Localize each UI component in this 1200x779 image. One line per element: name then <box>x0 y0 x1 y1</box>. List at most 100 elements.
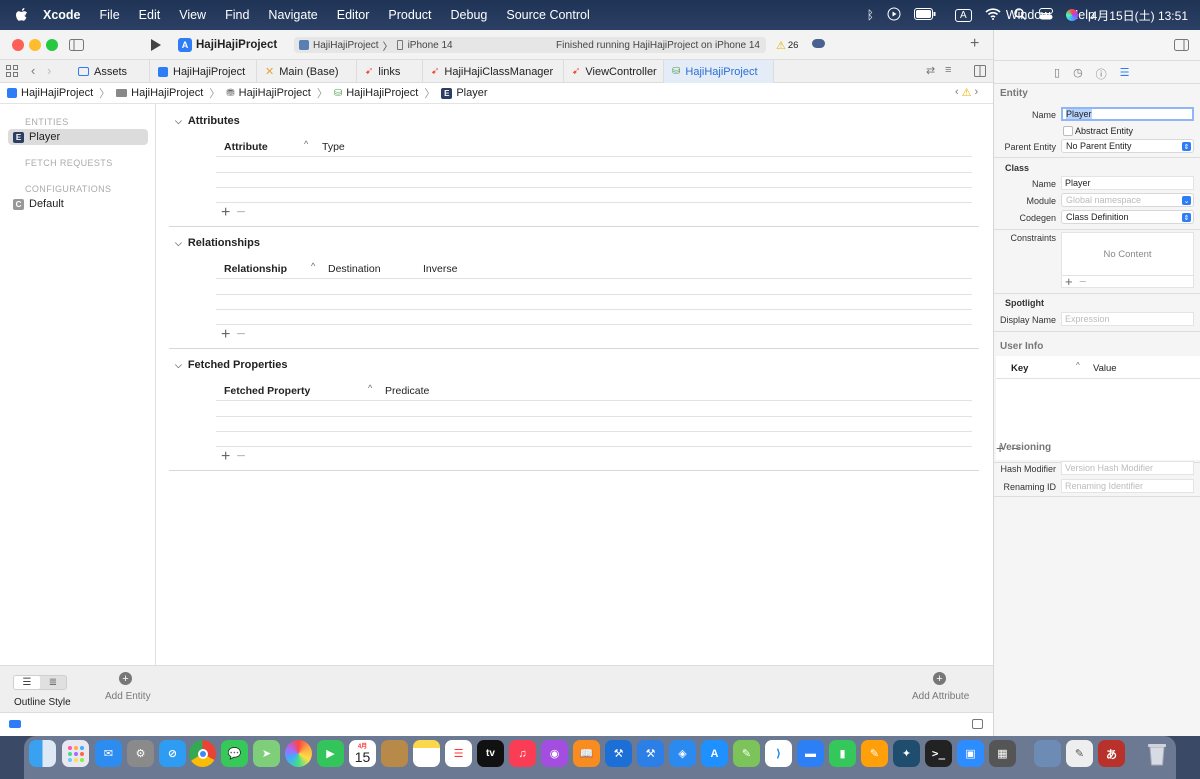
column-attribute[interactable]: Attribute <box>224 141 268 153</box>
add-icon[interactable]: + <box>1065 274 1073 289</box>
remove-icon[interactable]: − <box>236 326 245 344</box>
notes-icon[interactable] <box>413 740 440 767</box>
calculator-icon[interactable]: ▦ <box>989 740 1016 767</box>
menu-view[interactable]: View <box>179 8 206 22</box>
vscode-icon[interactable]: ⟩ <box>765 740 792 767</box>
textedit-icon[interactable]: ✎ <box>1066 740 1093 767</box>
outline-style-control[interactable]: ☰ ≣ <box>13 675 67 690</box>
history-inspector-icon[interactable]: ◷ <box>1073 66 1083 82</box>
breadcrumb-item[interactable]: ⛁ HajiHajiProject <box>334 87 419 99</box>
trash-icon[interactable] <box>1143 740 1170 767</box>
breadcrumb-item[interactable]: ⛃ HajiHajiProject <box>226 87 311 99</box>
close-window-button[interactable] <box>12 39 24 51</box>
key-column-header[interactable]: Key <box>1011 363 1028 374</box>
attributes-inspector-icon[interactable]: ☰ <box>1120 66 1130 82</box>
tab-class-manager[interactable]: ➹ HajiHajiClassManager <box>423 60 564 83</box>
pages-icon[interactable]: ✎ <box>861 740 888 767</box>
class-name-field[interactable]: Player <box>1061 176 1194 190</box>
column-predicate[interactable]: Predicate <box>385 385 429 397</box>
issue-navigation[interactable]: ‹ ⚠ › <box>955 86 978 99</box>
column-relationship[interactable]: Relationship <box>224 263 287 275</box>
entity-item-player[interactable]: E Player <box>8 129 148 145</box>
keynote-icon[interactable]: ▬ <box>797 740 824 767</box>
tab-links[interactable]: ➹ links <box>357 60 423 83</box>
remove-icon[interactable]: − <box>236 448 245 466</box>
menubar-clock[interactable]: 4月15日(土) 13:51 <box>1091 7 1188 24</box>
wifi-icon[interactable] <box>985 7 1001 23</box>
breadcrumb-item[interactable]: HajiHajiProject <box>116 87 203 99</box>
inspector-toggle-icon[interactable] <box>1174 39 1189 54</box>
remove-icon[interactable]: − <box>1079 274 1087 289</box>
minimize-window-button[interactable] <box>29 39 41 51</box>
add-entity-button[interactable]: + Add Entity <box>103 672 151 706</box>
add-icon[interactable]: + <box>221 204 230 222</box>
add-attribute-button[interactable]: + Add Attribute <box>910 672 970 706</box>
file-inspector-icon[interactable]: ▯ <box>1054 66 1060 82</box>
podcasts-icon[interactable]: ◉ <box>541 740 568 767</box>
back-icon[interactable]: ‹ <box>31 63 35 78</box>
facetime-icon[interactable]: ▶ <box>317 740 344 767</box>
disclosure-icon[interactable]: ⌵ <box>175 116 182 127</box>
screenshot-preview-icon[interactable] <box>1034 740 1061 767</box>
tab-datamodel[interactable]: ⛁ HajiHajiProject <box>664 60 774 83</box>
coteditor-icon[interactable]: ✎ <box>733 740 760 767</box>
prev-issue-icon[interactable]: ‹ <box>955 86 959 99</box>
configuration-item-default[interactable]: C Default <box>8 196 148 212</box>
warning-indicator[interactable]: ⚠ 26 <box>776 39 798 52</box>
disclosure-icon[interactable]: ⌵ <box>175 360 182 371</box>
menu-app-name[interactable]: Xcode <box>43 8 81 22</box>
menu-product[interactable]: Product <box>388 8 431 22</box>
help-inspector-icon[interactable]: ⓘ <box>1096 66 1107 82</box>
tab-assets[interactable]: Assets <box>70 60 150 83</box>
column-type[interactable]: Type <box>322 141 345 153</box>
mail-icon[interactable]: ✉ <box>95 740 122 767</box>
parent-entity-popup[interactable]: No Parent Entity ⇕ <box>1061 139 1194 153</box>
zoom-window-button[interactable] <box>46 39 58 51</box>
tab-viewcontroller[interactable]: ➹ ViewController <box>564 60 664 83</box>
scheme-name[interactable]: HajiHajiProject <box>313 40 379 51</box>
contacts-icon[interactable] <box>381 740 408 767</box>
search-icon[interactable] <box>1013 7 1026 23</box>
forward-icon[interactable]: › <box>47 63 51 78</box>
app-store-icon[interactable]: A <box>701 740 728 767</box>
codegen-popup[interactable]: Class Definition ⇕ <box>1061 210 1194 224</box>
maps-icon[interactable]: ➤ <box>253 740 280 767</box>
column-inverse[interactable]: Inverse <box>423 263 457 275</box>
xcode-icon[interactable]: ⚒ <box>605 740 632 767</box>
panel-toggle-icon[interactable] <box>972 719 983 729</box>
siri-icon[interactable] <box>1065 9 1078 21</box>
remove-icon[interactable]: − <box>236 204 245 222</box>
disclosure-icon[interactable]: ⌵ <box>175 238 182 249</box>
japanese-input-icon[interactable]: あ <box>1098 740 1125 767</box>
system-settings-icon[interactable]: ⚙ <box>127 740 154 767</box>
control-center-icon[interactable] <box>1038 7 1053 23</box>
launchpad-icon[interactable] <box>62 740 89 767</box>
play-circle-icon[interactable] <box>887 7 901 24</box>
menu-navigate[interactable]: Navigate <box>268 8 317 22</box>
add-icon[interactable]: + <box>970 35 979 53</box>
module-popup[interactable]: Global namespace ⌄ <box>1061 193 1194 207</box>
chrome-icon[interactable] <box>189 740 216 767</box>
menu-file[interactable]: File <box>100 8 120 22</box>
entity-name-field[interactable]: Player <box>1061 107 1194 121</box>
column-fetched-property[interactable]: Fetched Property <box>224 385 310 397</box>
menu-edit[interactable]: Edit <box>139 8 161 22</box>
device-name[interactable]: iPhone 14 <box>408 40 453 51</box>
battery-icon[interactable] <box>913 7 936 23</box>
bluetooth-icon[interactable]: ᛒ <box>867 8 874 22</box>
beta-app-icon[interactable]: ✦ <box>893 740 920 767</box>
breadcrumb-item[interactable]: E Player <box>441 87 488 99</box>
input-mode-indicator[interactable]: A <box>954 8 972 22</box>
attributes-section[interactable]: ⌵ Attributes <box>175 115 240 127</box>
refresh-icon[interactable]: ⇄ <box>926 64 935 77</box>
safari-icon[interactable]: ⊘ <box>159 740 186 767</box>
value-column-header[interactable]: Value <box>1093 363 1117 374</box>
simulator-icon[interactable]: ⚒ <box>637 740 664 767</box>
graph-style-icon[interactable]: ≣ <box>40 676 66 689</box>
add-icon[interactable]: + <box>221 448 230 466</box>
tab-main-storyboard[interactable]: ✕ Main (Base) <box>257 60 357 83</box>
breadcrumb-item[interactable]: HajiHajiProject <box>7 87 93 99</box>
reminders-icon[interactable]: ☰ <box>445 740 472 767</box>
run-button[interactable] <box>150 38 162 55</box>
books-icon[interactable]: 📖 <box>573 740 600 767</box>
